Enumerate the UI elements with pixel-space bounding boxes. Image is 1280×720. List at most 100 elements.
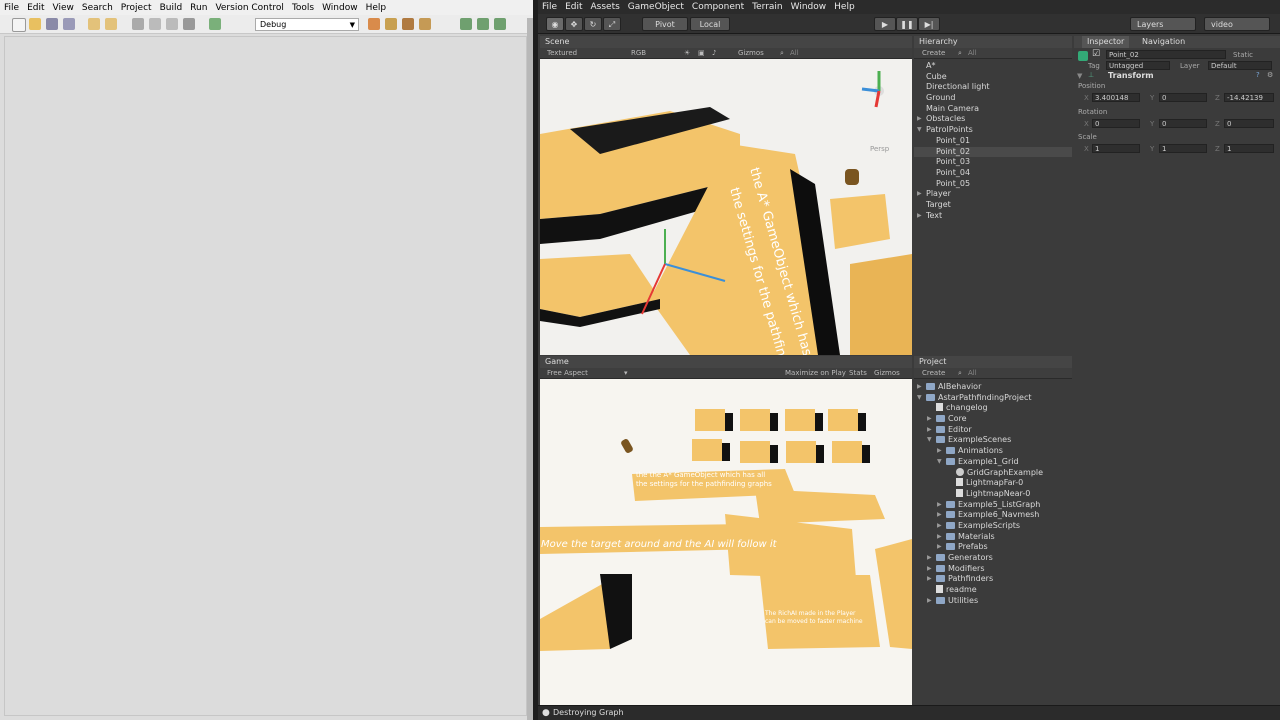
ide-menu-project[interactable]: Project <box>117 3 156 13</box>
build-config-select[interactable]: Debug ▼ <box>255 18 359 31</box>
project-item-example5-listgraph[interactable]: ▶ Example5_ListGraph <box>914 500 1072 511</box>
static-checkbox[interactable]: Static <box>1233 51 1253 59</box>
project-item-examplescenes[interactable]: ▼ ExampleScenes <box>914 435 1072 446</box>
aspect-dropdown[interactable]: Free Aspect <box>547 368 588 378</box>
chevron-right-icon[interactable]: ▶ <box>937 500 942 511</box>
status-message[interactable]: Destroying Graph <box>553 708 624 717</box>
hierarchy-item-text[interactable]: ▶ Text <box>914 211 1072 222</box>
chevron-right-icon[interactable]: ▶ <box>917 189 922 200</box>
maximize-on-play-toggle[interactable]: Maximize on Play <box>785 368 846 378</box>
layout-dropdown[interactable]: video <box>1204 17 1270 31</box>
hierarchy-item-point-02[interactable]: Point_02 <box>914 146 1072 158</box>
scale-z-field[interactable]: 1 <box>1224 144 1274 153</box>
chevron-right-icon[interactable]: ▶ <box>927 564 932 575</box>
unity-menu-help[interactable]: Help <box>830 2 859 12</box>
local-toggle[interactable]: Local <box>690 17 730 31</box>
layer-dropdown[interactable]: Default <box>1208 61 1272 70</box>
render-mode-dropdown[interactable]: RGB <box>631 48 646 58</box>
project-item-lightmapnear-0[interactable]: LightmapNear-0 <box>914 488 1072 500</box>
ide-scrollbar[interactable] <box>527 18 533 720</box>
chevron-right-icon[interactable]: ▶ <box>927 574 932 585</box>
project-item-generators[interactable]: ▶ Generators <box>914 553 1072 564</box>
ide-menu-run[interactable]: Run <box>186 3 211 13</box>
project-item-aibehavior[interactable]: ▶ AIBehavior <box>914 382 1072 393</box>
unity-menu-component[interactable]: Component <box>688 2 748 12</box>
view-tool-button[interactable]: ◉ <box>546 17 564 31</box>
scale-x-field[interactable]: 1 <box>1092 144 1140 153</box>
chevron-right-icon[interactable]: ▶ <box>927 414 932 425</box>
project-item-utilities[interactable]: ▶ Utilities <box>914 596 1072 607</box>
project-tab[interactable]: Project <box>914 356 1072 368</box>
ide-menu-search[interactable]: Search <box>78 3 117 13</box>
delete-icon[interactable] <box>183 18 195 30</box>
rotate-tool-button[interactable]: ↻ <box>584 17 602 31</box>
chevron-right-icon[interactable]: ▶ <box>927 425 932 436</box>
stats-toggle[interactable]: Stats <box>849 368 867 378</box>
lighting-icon[interactable]: ☀ <box>684 48 690 58</box>
pause-button[interactable]: ❚❚ <box>896 17 918 31</box>
project-item-core[interactable]: ▶ Core <box>914 414 1072 425</box>
build-icon[interactable] <box>209 18 221 30</box>
play-button[interactable]: ▶ <box>874 17 896 31</box>
chevron-right-icon[interactable]: ▶ <box>937 542 942 553</box>
scene-tab[interactable]: Scene <box>540 36 912 48</box>
hierarchy-item-patrolpoints[interactable]: ▼ PatrolPoints <box>914 125 1072 136</box>
image-icon[interactable]: ▣ <box>698 48 705 58</box>
scale-y-field[interactable]: 1 <box>1159 144 1207 153</box>
hierarchy-item-point-05[interactable]: Point_05 <box>914 179 1072 190</box>
scene-search-input[interactable]: All <box>790 48 799 58</box>
project-item-gridgraphexample[interactable]: GridGraphExample <box>914 467 1072 479</box>
pivot-toggle[interactable]: Pivot <box>642 17 688 31</box>
ide-menu-window[interactable]: Window <box>318 3 362 13</box>
target-object[interactable] <box>845 169 859 185</box>
project-item-lightmapfar-0[interactable]: LightmapFar-0 <box>914 478 1072 489</box>
navigation-tab[interactable]: Navigation <box>1142 36 1185 48</box>
hierarchy-item-cube[interactable]: Cube <box>914 72 1072 83</box>
nav-back-icon[interactable] <box>460 18 472 30</box>
hierarchy-item-directional-light[interactable]: Directional light <box>914 82 1072 93</box>
scene-viewport[interactable]: the A* GameObject which has all the sett… <box>540 59 912 355</box>
project-item-prefabs[interactable]: ▶ Prefabs <box>914 542 1072 553</box>
unity-menu-file[interactable]: File <box>538 2 561 12</box>
copy-icon[interactable] <box>149 18 161 30</box>
hierarchy-item-target[interactable]: Target <box>914 200 1072 211</box>
inspector-tab[interactable]: Inspector <box>1082 36 1130 48</box>
unity-menu-window[interactable]: Window <box>787 2 831 12</box>
undo-icon[interactable] <box>88 18 100 30</box>
ide-menu-tools[interactable]: Tools <box>288 3 318 13</box>
debug-icon[interactable] <box>385 18 397 30</box>
hierarchy-item-player[interactable]: ▶ Player <box>914 189 1072 200</box>
cut-icon[interactable] <box>132 18 144 30</box>
active-checkbox[interactable]: ☑ <box>1092 49 1100 59</box>
chevron-right-icon[interactable]: ▶ <box>917 211 922 222</box>
paste-icon[interactable] <box>166 18 178 30</box>
ide-menu-edit[interactable]: Edit <box>23 3 48 13</box>
chevron-right-icon[interactable]: ▶ <box>917 114 922 125</box>
project-item-readme[interactable]: readme <box>914 585 1072 596</box>
project-item-changelog[interactable]: changelog <box>914 403 1072 414</box>
hierarchy-item-point-03[interactable]: Point_03 <box>914 157 1072 168</box>
rotation-z-field[interactable]: 0 <box>1224 119 1274 128</box>
chevron-down-icon[interactable]: ▼ <box>917 393 922 404</box>
project-item-materials[interactable]: ▶ Materials <box>914 532 1072 543</box>
project-create-button[interactable]: Create <box>922 368 945 378</box>
move-tool-button[interactable]: ✥ <box>565 17 583 31</box>
attach-icon[interactable] <box>402 18 414 30</box>
chevron-right-icon[interactable]: ▶ <box>937 446 942 457</box>
audio-icon[interactable]: ♪ <box>712 48 716 58</box>
open-folder-icon[interactable] <box>29 18 41 30</box>
chevron-right-icon[interactable]: ▶ <box>927 553 932 564</box>
rotation-x-field[interactable]: 0 <box>1092 119 1140 128</box>
layout-icon[interactable] <box>494 18 506 30</box>
scene-gizmo-z[interactable] <box>861 87 880 93</box>
scale-tool-button[interactable]: ⤢ <box>603 17 621 31</box>
project-item-example1-grid[interactable]: ▼ Example1_Grid <box>914 457 1072 468</box>
ide-menu-build[interactable]: Build <box>156 3 187 13</box>
foldout-arrow-icon[interactable]: ▼ <box>1077 72 1082 80</box>
chevron-down-icon[interactable]: ▼ <box>917 125 922 136</box>
hierarchy-item-a[interactable]: A* <box>914 61 1072 72</box>
game-tab[interactable]: Game <box>540 356 912 368</box>
object-name-input[interactable]: Point_02 <box>1106 50 1226 59</box>
hierarchy-create-button[interactable]: Create <box>922 48 945 58</box>
position-z-field[interactable]: -14.42139 <box>1224 93 1274 102</box>
